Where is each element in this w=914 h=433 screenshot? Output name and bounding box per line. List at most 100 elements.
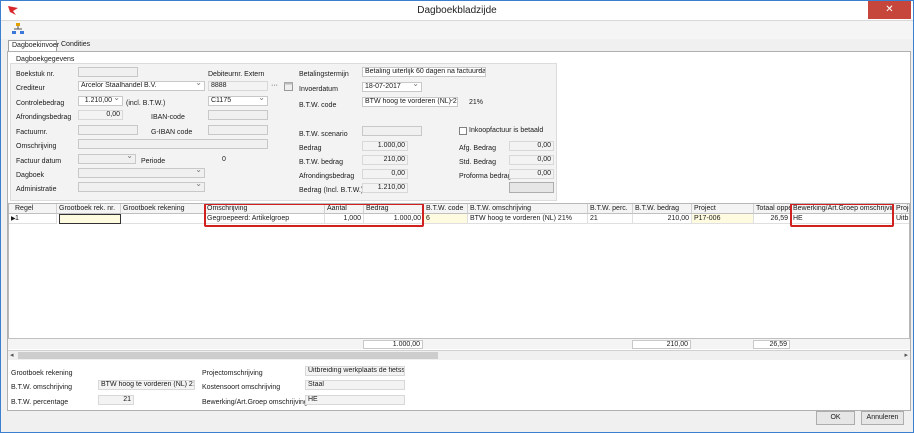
cell-btw-perc[interactable]: 21 — [588, 214, 633, 224]
bedragincl-field: 1.210,00 — [362, 183, 408, 193]
total-bedrag: 1.000,00 — [363, 340, 423, 349]
code-select[interactable]: C1175 — [208, 96, 268, 106]
col-header-totaal-opper[interactable]: Totaal opper — [754, 204, 791, 214]
boekstuk-field[interactable] — [78, 67, 138, 77]
total-opper: 26,59 — [753, 340, 790, 349]
cell-btw-code[interactable]: 6 — [424, 214, 468, 224]
factuurnr-label: Factuurnr. — [16, 129, 48, 136]
bedrag-label: Bedrag — [299, 145, 322, 152]
btwbedrag-field: 210,00 — [362, 155, 408, 165]
dagboek-label: Dagboek — [16, 172, 45, 179]
factuurdatum-field[interactable] — [78, 154, 136, 164]
factuurdatum-label: Factuur datum — [16, 158, 62, 165]
col-header-btw-code[interactable]: B.T.W. code — [424, 204, 468, 214]
betalingstermijn-select[interactable]: Betaling uiterlijk 60 dagen na factuurda — [362, 67, 486, 77]
dagboek-select[interactable] — [78, 168, 205, 178]
btwomschrijving-label: B.T.W. omschrijving — [11, 384, 73, 391]
cell-btw-bedrag[interactable]: 210,00 — [633, 214, 692, 224]
title-bar: Dagboekbladzijde ✕ — [1, 1, 913, 21]
projectomschrijving-field: Uitbreiding werkplaats de fietsspe — [305, 366, 405, 376]
projectomschrijving-label: Projectomschrijving — [202, 370, 263, 377]
crediteur-label: Crediteur — [16, 85, 45, 92]
highlight-box-omschrijving-bedrag — [204, 204, 424, 227]
col-header-btw-bedrag[interactable]: B.T.W. bedrag — [633, 204, 692, 214]
inkoopfactuur-label: Inkoopfactuur is betaald — [469, 127, 544, 134]
cell-grootboek-nr[interactable] — [59, 214, 121, 224]
journal-grid: Regel Grootboek rek. nr. Grootboek reken… — [8, 203, 910, 346]
toolbar — [1, 21, 913, 39]
hierarchy-icon[interactable] — [12, 23, 24, 35]
controlebedrag-label: Controlebedrag — [16, 100, 65, 107]
omschrijving-field[interactable] — [78, 139, 268, 149]
iban-label: IBAN-code — [151, 114, 185, 121]
highlight-box-bewerking — [790, 204, 894, 227]
giban-label: G-IBAN code — [151, 129, 193, 136]
kostensoort-field: Staal — [305, 380, 405, 390]
debiteurnr-label: Debiteurnr. Extern — [208, 71, 265, 78]
giban-field[interactable] — [208, 125, 268, 135]
bedrag-field: 1.000,00 — [362, 141, 408, 151]
col-header-btw-perc[interactable]: B.T.W. perc. — [588, 204, 633, 214]
scrollbar-thumb[interactable] — [18, 352, 438, 359]
window-title: Dagboekbladzijde — [417, 5, 497, 16]
controlebedrag-suffix: (incl. B.T.W.) — [126, 100, 166, 107]
cell-totaal-opper[interactable]: 26,59 — [754, 214, 791, 224]
ellipsis-button[interactable]: ··· — [271, 82, 278, 89]
betalingstermijn-label: Betalingstermijn — [299, 71, 349, 78]
btwscenario-field[interactable] — [362, 126, 422, 136]
grootboek-label: Grootboek rekening — [11, 370, 73, 377]
administratie-label: Administratie — [16, 186, 57, 193]
invoerdatum-field[interactable]: 18-07-2017 — [362, 82, 422, 92]
col-header-regel[interactable]: Regel — [9, 204, 57, 214]
col-header-project[interactable]: Project — [692, 204, 754, 214]
afrondingsbedrag-label: Afrondingsbedrag — [16, 114, 72, 121]
crediteur-select[interactable]: Arcelor Staalhandel B.V. — [78, 81, 205, 91]
bewerking-field: HE — [305, 395, 405, 405]
btwcode-percent: 21% — [469, 99, 484, 106]
col-header-project-omschrijving[interactable]: Proje — [894, 204, 909, 214]
afgbedrag-field: 0,00 — [509, 141, 554, 151]
totals-row: 1.000,00 210,00 26,59 — [8, 338, 910, 349]
iban-field[interactable] — [208, 110, 268, 120]
col-header-btw-omschrijving[interactable]: B.T.W. omschrijving — [468, 204, 588, 214]
cell-grootboek-rekening[interactable] — [121, 214, 205, 224]
btwcode-label: B.T.W. code — [299, 102, 337, 109]
stdbedrag-label: Std. Bedrag — [459, 159, 496, 166]
proformabedrag-label: Proforma bedrag — [459, 173, 512, 180]
col-header-grootboek-rekening[interactable]: Grootboek rekening — [121, 204, 205, 214]
cell-project-omschrijving[interactable]: Uitbre — [894, 214, 909, 224]
debiteurnr-field: 8888 — [208, 81, 268, 91]
periode-value: 0 — [222, 156, 226, 163]
afrondingsbedrag2-label: Afrondingsbedrag — [299, 173, 355, 180]
bewerking-label: Bewerking/Art.Groep omschrijving — [202, 399, 308, 406]
btwbedrag-label: B.T.W. bedrag — [299, 159, 343, 166]
scroll-left-icon[interactable]: ◂ — [10, 351, 14, 359]
periode-label: Periode — [141, 158, 166, 165]
annuleren-button[interactable]: Annuleren — [861, 411, 904, 425]
cell-btw-omschrijving[interactable]: BTW hoog te vorderen (NL) 21% — [468, 214, 588, 224]
administratie-select[interactable] — [78, 182, 205, 192]
inkoopfactuur-checkbox[interactable] — [459, 127, 467, 135]
blank-button[interactable] — [509, 182, 554, 193]
omschrijving-label: Omschrijving — [16, 143, 57, 150]
calendar-icon[interactable] — [284, 81, 293, 91]
proformabedrag-field: 0,00 — [509, 169, 554, 179]
stdbedrag-field: 0,00 — [509, 155, 554, 165]
btwpercentage-label: B.T.W. percentage — [11, 399, 69, 406]
afgbedrag-label: Afg. Bedrag — [459, 145, 496, 152]
scroll-right-icon[interactable]: ▸ — [904, 351, 908, 359]
boekstuk-label: Boekstuk nr. — [16, 71, 55, 78]
close-button[interactable]: ✕ — [868, 1, 911, 19]
horizontal-scrollbar[interactable]: ◂ ▸ — [8, 350, 910, 360]
ok-button[interactable]: OK — [816, 411, 855, 425]
cell-regel[interactable]: 1 — [9, 214, 57, 224]
col-header-grootboek-nr[interactable]: Grootboek rek. nr. — [57, 204, 121, 214]
cell-project[interactable]: P17-006 — [692, 214, 754, 224]
group-title: Dagboekgegevens — [16, 56, 75, 63]
factuurnr-field[interactable] — [78, 125, 138, 135]
btwomschrijving-field: BTW hoog te vorderen (NL) 21% — [98, 380, 195, 390]
btwcode-select[interactable]: BTW hoog te vorderen (NL) 21 — [362, 97, 458, 107]
controlebedrag-field[interactable]: 1.210,00 — [78, 96, 123, 106]
btwpercentage-field: 21 — [98, 395, 134, 405]
kostensoort-label: Kostensoort omschrijving — [202, 384, 281, 391]
